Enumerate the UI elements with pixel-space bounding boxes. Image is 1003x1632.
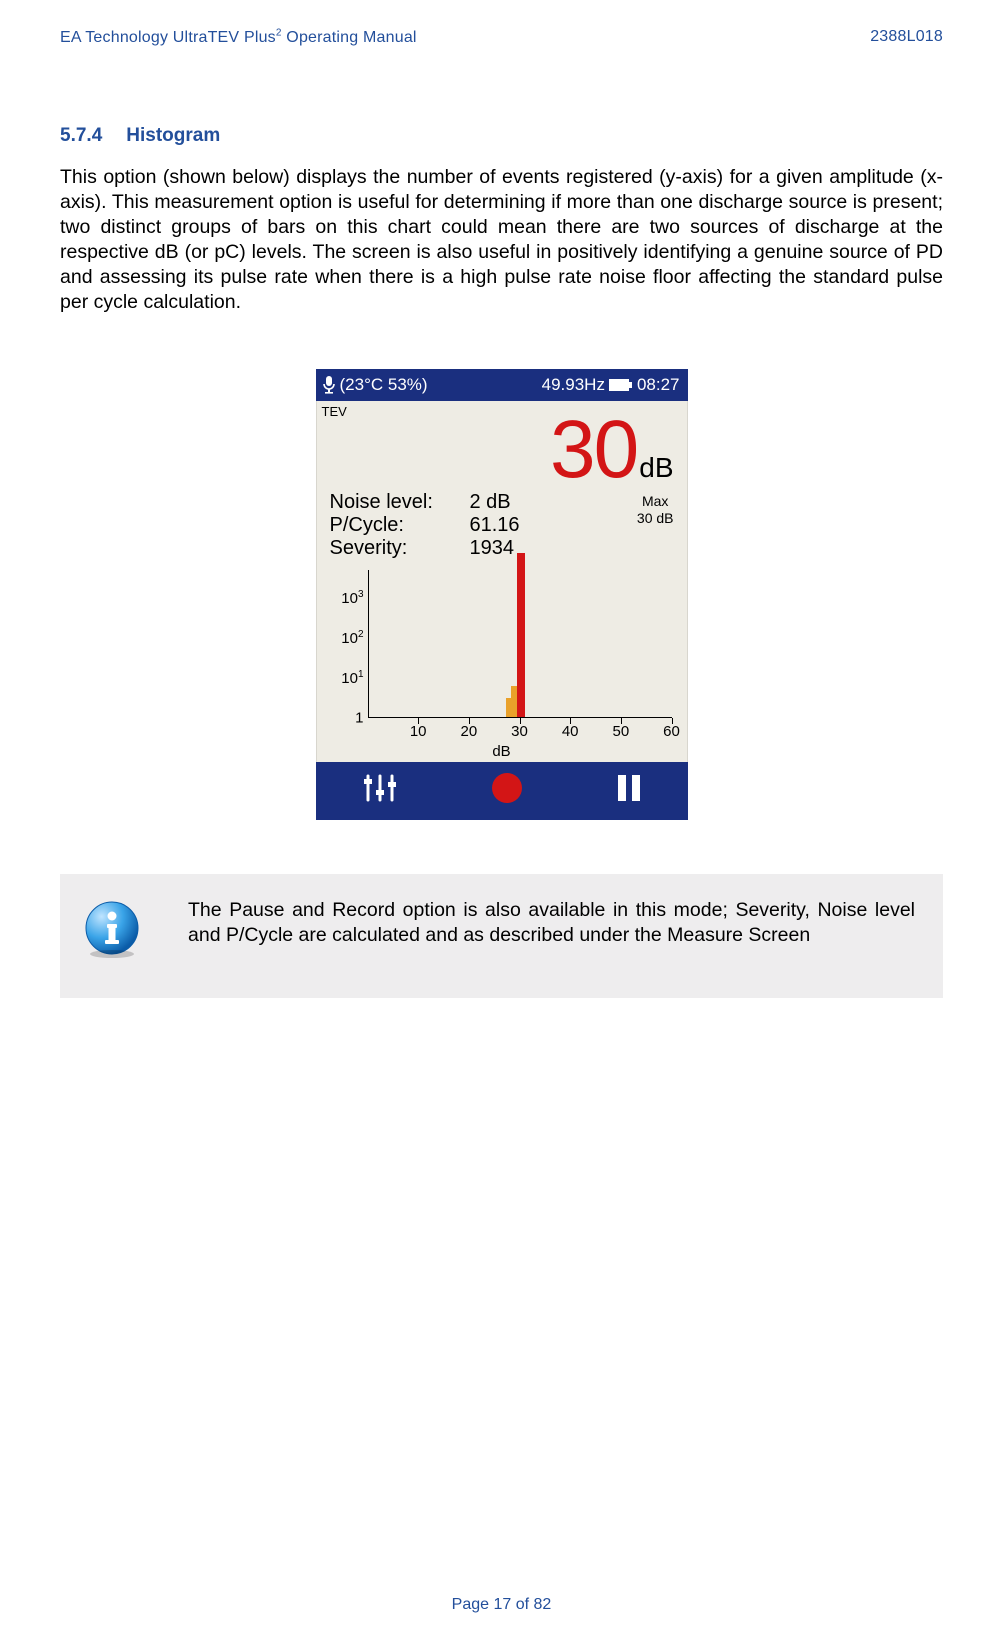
histogram-chart: dB 1101102103102030405060 [328,570,676,758]
stats-block: Noise level: P/Cycle: Severity: 2 dB 61.… [316,487,688,560]
noise-value: 2 dB [470,491,580,514]
x-tick: 30 [511,723,528,740]
running-head-right: 2388L018 [870,28,943,47]
y-tick: 103 [328,589,364,607]
info-callout: The Pause and Record option is also avai… [60,874,943,998]
main-reading-value: 30 [550,404,637,495]
device-screenshot: (23°C 53%) 49.93Hz 08:27 TEV 30dB Noise … [316,369,688,820]
x-tick: 60 [663,723,680,740]
noise-label: Noise level: [330,491,470,514]
y-tick: 102 [328,629,364,647]
section-paragraph: This option (shown below) displays the n… [60,165,943,315]
env-readout: (23°C 53%) [340,375,428,395]
severity-value: 1934 [470,537,580,560]
main-reading: 30dB [316,413,688,487]
device-bottombar [316,762,688,820]
section-heading: 5.7.4 Histogram [60,125,943,147]
x-tick: 40 [562,723,579,740]
x-axis-label: dB [328,743,676,760]
x-tick: 20 [460,723,477,740]
main-reading-unit: dB [639,452,673,483]
y-tick: 1 [328,709,364,726]
info-icon [80,898,144,962]
page-footer: Page 17 of 82 [0,1596,1003,1614]
max-label: Max [637,493,674,510]
pcycle-value: 61.16 [470,514,580,537]
mic-icon [322,376,336,394]
record-button[interactable] [489,770,525,811]
x-tick: 10 [410,723,427,740]
running-head-left: EA Technology UltraTEV Plus2 Operating M… [60,28,417,47]
freq-readout: 49.93Hz [542,375,605,395]
pcycle-label: P/Cycle: [330,514,470,537]
x-tick: 50 [612,723,629,740]
pause-button[interactable] [615,773,643,808]
section-title: Histogram [126,125,220,146]
severity-label: Severity: [330,537,470,560]
section-number: 5.7.4 [60,125,102,146]
clock-readout: 08:27 [637,375,680,395]
max-value: 30 dB [637,510,674,527]
settings-button[interactable] [360,772,400,809]
callout-text: The Pause and Record option is also avai… [188,898,915,948]
y-tick: 101 [328,669,364,687]
battery-icon [609,379,633,391]
device-topbar: (23°C 53%) 49.93Hz 08:27 [316,369,688,401]
